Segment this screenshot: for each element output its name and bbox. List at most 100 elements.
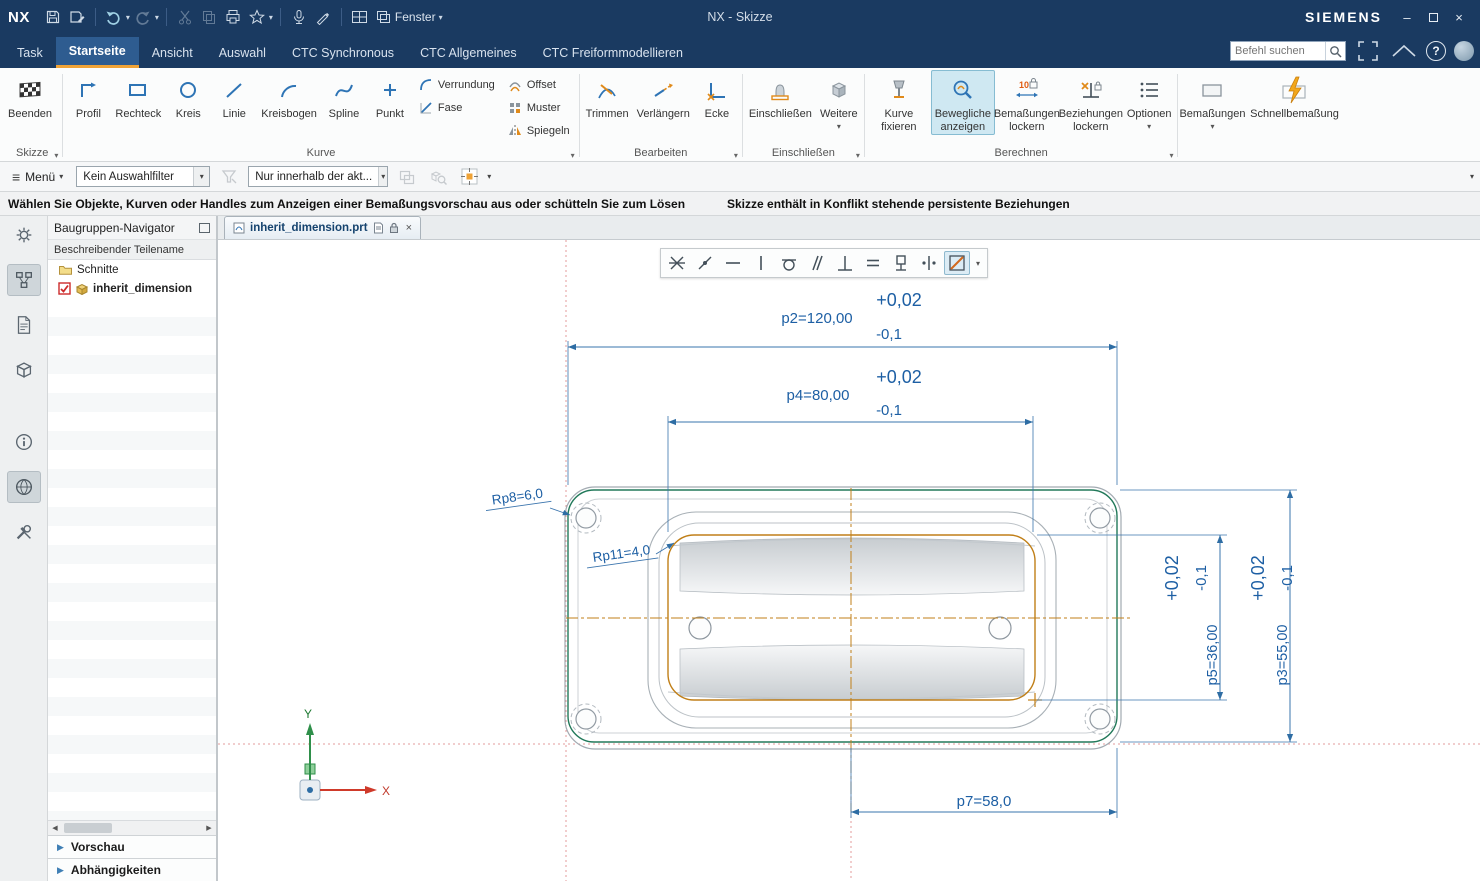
beziehungen-lockern-button[interactable]: Beziehungen lockern	[1059, 70, 1123, 135]
lock-icon	[389, 222, 399, 234]
save-button[interactable]	[42, 6, 64, 28]
tab-ansicht[interactable]: Ansicht	[139, 37, 206, 68]
group-kurve-dropdown[interactable]: ▾	[571, 151, 575, 160]
section-vorschau[interactable]: ▶ Vorschau	[48, 835, 216, 858]
bewegliche-anzeigen-button[interactable]: Bewegliche anzeigen	[931, 70, 995, 135]
coordinate-triad[interactable]: Y X	[300, 707, 390, 800]
web-browser-tab[interactable]	[7, 471, 41, 503]
find-in-model-button[interactable]	[426, 166, 450, 188]
schnellbemassung-button[interactable]: Schnellbemaßung	[1244, 70, 1344, 123]
close-button[interactable]: ×	[1446, 5, 1472, 29]
tab-ctc-freiformmodellieren[interactable]: CTC Freiformmodellieren	[530, 37, 696, 68]
frame-select-button[interactable]	[395, 166, 419, 188]
window-layout-button[interactable]	[349, 6, 371, 28]
spiegeln-button[interactable]: Spiegeln	[502, 119, 577, 142]
search-input[interactable]	[1231, 42, 1325, 60]
checkbox-checked-icon	[58, 282, 71, 295]
punkt-button[interactable]: Punkt	[367, 70, 413, 123]
weitere-button[interactable]: Weitere▾	[816, 70, 862, 133]
snap-point-dropdown-icon[interactable]: ▾	[487, 172, 491, 181]
verlaengern-button[interactable]: Verlängern	[633, 70, 694, 123]
bemassungen-button[interactable]: Bemaßungen▾	[1180, 70, 1244, 133]
redo-dropdown[interactable]: ▾	[155, 13, 159, 22]
abhaengigkeiten-expander-icon[interactable]: ▶	[57, 865, 64, 876]
kurve-fixieren-button[interactable]: Kurve fixieren	[867, 70, 931, 135]
favorites-button[interactable]	[246, 6, 268, 28]
roof-button[interactable]	[1390, 37, 1418, 65]
section-abhaengigkeiten[interactable]: ▶ Abhängigkeiten	[48, 858, 216, 881]
scrollbar-track[interactable]	[62, 821, 202, 835]
menu-button[interactable]: ≡ Menü ▾	[6, 167, 69, 187]
rechteck-button[interactable]: Rechteck	[111, 70, 165, 123]
print-button[interactable]	[222, 6, 244, 28]
redo-button[interactable]	[132, 6, 154, 28]
tab-ctc-synchronous[interactable]: CTC Synchronous	[279, 37, 407, 68]
kreis-button[interactable]: Kreis	[165, 70, 211, 123]
tab-ctc-allgemeines[interactable]: CTC Allgemeines	[407, 37, 530, 68]
favorites-dropdown[interactable]: ▾	[269, 13, 273, 22]
profil-button[interactable]: Profil	[65, 70, 111, 123]
scroll-right-icon[interactable]: ▶	[202, 821, 216, 835]
linie-button[interactable]: Linie	[211, 70, 257, 123]
group-berechnen-dropdown[interactable]: ▾	[1169, 151, 1173, 160]
maximize-button[interactable]	[1420, 5, 1446, 29]
fit-view-button[interactable]	[1354, 37, 1382, 65]
group-bearbeiten-dropdown[interactable]: ▾	[734, 151, 738, 160]
viewport[interactable]: ▾	[218, 240, 1480, 881]
tab-startseite[interactable]: Startseite	[56, 37, 139, 68]
group-skizze-dropdown[interactable]: ▾	[54, 151, 58, 160]
search-button[interactable]	[1325, 42, 1345, 60]
search-icon	[1329, 45, 1342, 58]
spline-button[interactable]: Spline	[321, 70, 367, 123]
selection-filter-dropdown[interactable]: Kein Auswahlfilter ▾	[76, 166, 210, 187]
undo-dropdown[interactable]: ▾	[126, 13, 130, 22]
constraint-navigator-tab[interactable]	[7, 309, 41, 341]
document-tab-close-icon[interactable]: ×	[406, 222, 412, 234]
undo-button[interactable]	[103, 6, 125, 28]
document-tab[interactable]: inherit_dimension.prt ×	[224, 216, 421, 239]
beenden-button[interactable]: Beenden	[4, 70, 56, 123]
group-einschliessen-dropdown[interactable]: ▾	[856, 151, 860, 160]
offset-button[interactable]: Offset	[502, 73, 577, 96]
resource-settings-button[interactable]	[7, 219, 41, 251]
copy-button[interactable]	[198, 6, 220, 28]
undock-icon[interactable]	[199, 223, 210, 233]
kreisbogen-button[interactable]: Kreisbogen	[257, 70, 321, 123]
info-tab[interactable]	[7, 426, 41, 458]
verrundung-button[interactable]: Verrundung	[413, 73, 502, 96]
optionen-button[interactable]: Optionen▾	[1123, 70, 1176, 133]
help-button[interactable]: ?	[1426, 41, 1446, 61]
einschliessen-button[interactable]: Einschließen	[745, 70, 816, 123]
toolbar-overflow-dropdown[interactable]: ▾	[1470, 172, 1474, 181]
tab-task[interactable]: Task	[4, 37, 56, 68]
fase-button[interactable]: Fase	[413, 96, 502, 119]
fenster-menu[interactable]: Fenster ▾	[376, 10, 443, 24]
snap-point-options-button[interactable]	[457, 166, 481, 188]
part-navigator-tab[interactable]	[7, 354, 41, 386]
vorschau-expander-icon[interactable]: ▶	[57, 842, 64, 853]
command-search	[1230, 41, 1346, 61]
navigator-hscrollbar[interactable]: ◀ ▶	[48, 820, 216, 835]
dim-p3-tol-plus: +0,02	[1248, 555, 1268, 601]
assembly-navigator-tab[interactable]	[7, 264, 41, 296]
tree-row-part[interactable]: inherit_dimension	[48, 279, 216, 298]
tree-row-schnitte[interactable]: Schnitte	[48, 260, 216, 279]
rectangle-icon	[126, 78, 150, 102]
scrollbar-thumb[interactable]	[64, 823, 112, 833]
tab-auswahl[interactable]: Auswahl	[206, 37, 279, 68]
filter-edit-button[interactable]	[217, 166, 241, 188]
selection-scope-dropdown[interactable]: Nur innerhalb der akt... ▾	[248, 166, 388, 187]
trimmen-button[interactable]: Trimmen	[582, 70, 633, 123]
muster-button[interactable]: Muster	[502, 96, 577, 119]
voice-command-button[interactable]	[288, 6, 310, 28]
ecke-button[interactable]: Ecke	[694, 70, 740, 123]
scroll-left-icon[interactable]: ◀	[48, 821, 62, 835]
save-as-button[interactable]	[66, 6, 88, 28]
minimize-button[interactable]: –	[1394, 5, 1420, 29]
cut-button[interactable]	[174, 6, 196, 28]
pen-command-button[interactable]	[312, 6, 334, 28]
bemassungen-lockern-button[interactable]: 10Bemaßungen lockern	[995, 70, 1059, 135]
tools-tab[interactable]	[7, 516, 41, 548]
arc-icon	[277, 78, 301, 102]
user-avatar[interactable]	[1454, 41, 1474, 61]
